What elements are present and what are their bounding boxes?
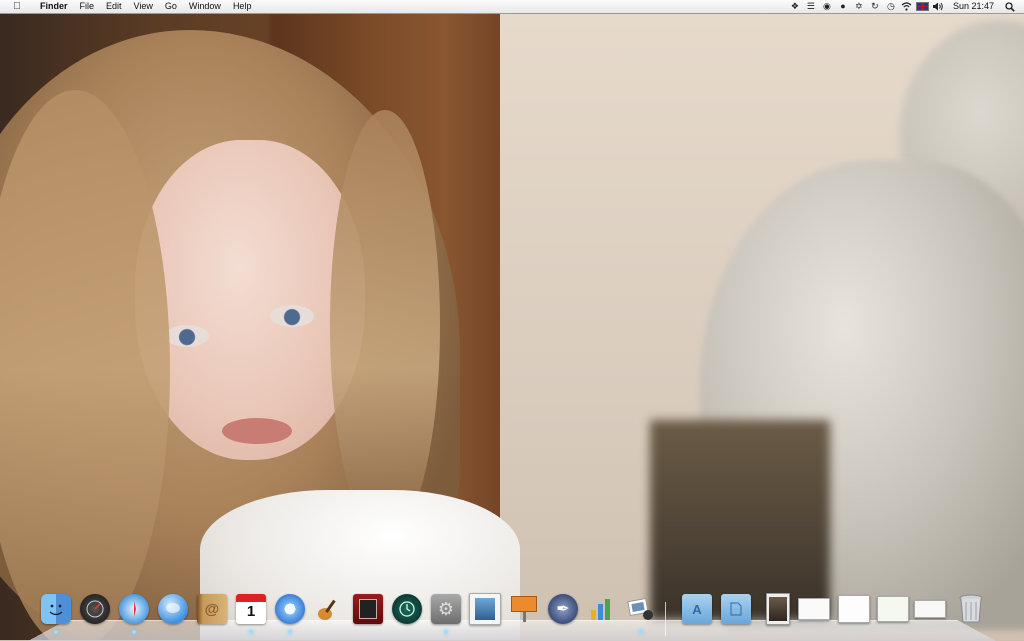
window-thumbnail-icon: [798, 598, 830, 620]
dock-applications-folder[interactable]: A: [681, 593, 713, 625]
status-area: ❖ ☰ ◉ ● ✡ ↻ ◷ Sun 21:47: [787, 0, 1018, 13]
window-thumbnail-icon: [914, 600, 946, 618]
desktop-wallpaper: [0, 0, 1024, 640]
dock-image-stack[interactable]: [762, 593, 794, 625]
pen-nib-icon: ✒: [548, 594, 578, 624]
dashboard-icon: [80, 594, 110, 624]
dock-safari[interactable]: [118, 593, 150, 625]
running-indicator: [249, 630, 253, 634]
calendar-icon: 1: [236, 594, 266, 624]
preview-stamp-icon: [469, 593, 501, 625]
finder-icon: [41, 594, 71, 624]
uk-flag-icon[interactable]: [915, 0, 931, 13]
image-thumbnail-icon: [766, 593, 790, 625]
menu-view[interactable]: View: [128, 0, 159, 13]
bar-chart-icon: [587, 594, 617, 624]
dock-keynote[interactable]: [508, 593, 540, 625]
dropbox-icon[interactable]: ❖: [787, 0, 803, 13]
time-machine-clock-icon: [392, 594, 422, 624]
menu-help[interactable]: Help: [227, 0, 258, 13]
running-indicator: [132, 630, 136, 634]
growl-icon[interactable]: ◉: [819, 0, 835, 13]
trash-icon: [956, 594, 986, 624]
alien-icon[interactable]: ●: [835, 0, 851, 13]
applications-folder-icon: A: [682, 594, 712, 624]
dock-itunes[interactable]: ♫: [274, 593, 306, 625]
dock-photo-booth[interactable]: [352, 593, 384, 625]
menu-edit[interactable]: Edit: [100, 0, 128, 13]
menu-clock[interactable]: Sun 21:47: [947, 0, 1002, 13]
dock: @ 1 ♫ ⚙ ✒ A: [0, 590, 1024, 640]
menu-file[interactable]: File: [74, 0, 101, 13]
dock-minimized-window-2[interactable]: [838, 593, 870, 625]
dock-directory-utility[interactable]: ✒: [547, 593, 579, 625]
menu-window[interactable]: Window: [183, 0, 227, 13]
safari-compass-icon: [119, 594, 149, 624]
dock-dashboard[interactable]: [79, 593, 111, 625]
menu-app-name[interactable]: Finder: [34, 0, 74, 13]
running-indicator: [639, 630, 643, 634]
cell-signal-icon[interactable]: ☰: [803, 0, 819, 13]
window-thumbnail-icon: [877, 596, 909, 622]
documents-folder-icon: [721, 594, 751, 624]
guitar-icon: [314, 594, 344, 624]
iphoto-camera-icon: [626, 594, 656, 624]
dock-address-book[interactable]: @: [196, 593, 228, 625]
dock-ical[interactable]: 1: [235, 593, 267, 625]
dock-documents-folder[interactable]: [720, 593, 752, 625]
time-machine-icon[interactable]: ◷: [883, 0, 899, 13]
dock-ichat[interactable]: [157, 593, 189, 625]
window-thumbnail-icon: [838, 595, 870, 623]
wifi-icon[interactable]: [899, 0, 915, 13]
apple-menu-icon[interactable]: : [10, 0, 24, 13]
running-indicator: [288, 630, 292, 634]
menu-bar:  Finder File Edit View Go Window Help ❖…: [0, 0, 1024, 14]
dock-separator: [665, 602, 666, 636]
dock-trash[interactable]: [955, 593, 987, 625]
bluetooth-icon[interactable]: ✡: [851, 0, 867, 13]
ichat-bubble-icon: [158, 594, 188, 624]
dock-time-machine[interactable]: [391, 593, 423, 625]
menu-go[interactable]: Go: [159, 0, 183, 13]
dock-minimized-window-3[interactable]: [877, 593, 909, 625]
dock-finder[interactable]: [40, 593, 72, 625]
dock-iphoto[interactable]: [625, 593, 657, 625]
calendar-day: 1: [246, 603, 256, 620]
sync-icon[interactable]: ↻: [867, 0, 883, 13]
dock-garageband[interactable]: [313, 593, 345, 625]
dock-preview[interactable]: [469, 593, 501, 625]
dock-system-preferences[interactable]: ⚙: [430, 593, 462, 625]
spotlight-icon[interactable]: [1002, 0, 1018, 13]
running-indicator: [444, 630, 448, 634]
dock-numbers[interactable]: [586, 593, 618, 625]
volume-icon[interactable]: [931, 0, 947, 13]
gear-icon: ⚙: [431, 594, 461, 624]
keynote-podium-icon: [509, 594, 539, 624]
running-indicator: [54, 630, 58, 634]
dock-minimized-window-1[interactable]: [798, 593, 830, 625]
photo-booth-icon: [353, 594, 383, 624]
itunes-note-icon: ♫: [275, 594, 305, 624]
dock-minimized-window-4[interactable]: [914, 593, 946, 625]
address-book-icon: @: [197, 594, 227, 624]
